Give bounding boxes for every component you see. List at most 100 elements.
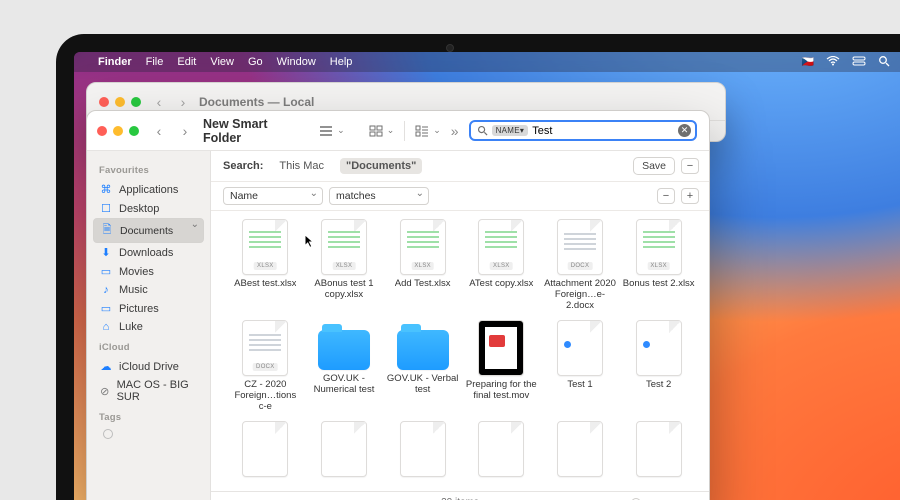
file-item[interactable]: GOV.UK - Numerical test xyxy=(308,320,381,413)
sidebar-icon: ☁ xyxy=(99,360,113,373)
back-nav-back[interactable]: ‹ xyxy=(151,94,167,110)
sidebar-icon: 🗎 xyxy=(100,221,114,240)
menubar-edit[interactable]: Edit xyxy=(177,56,196,68)
file-item[interactable]: XLSXABest test.xlsx xyxy=(229,219,302,312)
flag-icon[interactable]: 🇨🇿 xyxy=(802,57,814,68)
file-item[interactable]: Preparing for the final test.mov xyxy=(465,320,538,413)
close-icon[interactable] xyxy=(97,126,107,136)
file-item[interactable]: XLSXBonus test 2.xlsx xyxy=(622,219,695,312)
sidebar-item-movies[interactable]: ▭ Movies xyxy=(93,262,204,281)
file-item[interactable]: Test 2 xyxy=(622,320,695,413)
sidebar-item-label: Desktop xyxy=(119,203,159,215)
search-label: Search: xyxy=(223,160,263,172)
wifi-icon[interactable] xyxy=(826,56,840,69)
sidebar-icloud-heading: iCloud xyxy=(93,336,204,357)
sidebar: Favourites ⌘Applications☐Desktop 🗎 Documen… xyxy=(87,151,211,500)
zoom-icon[interactable] xyxy=(129,126,139,136)
sidebar-item-desktop[interactable]: ☐Desktop xyxy=(93,199,204,218)
sidebar-item-label: iCloud Drive xyxy=(119,361,179,373)
rule-operator-select[interactable]: matches xyxy=(329,187,429,205)
rule-remove-button[interactable]: − xyxy=(657,188,675,204)
status-bar: 20 items xyxy=(211,491,709,500)
clear-search-icon[interactable]: ✕ xyxy=(678,124,691,137)
sidebar-icon: ▭ xyxy=(99,302,113,315)
scope-documents[interactable]: "Documents" xyxy=(340,158,422,174)
save-search-button[interactable]: Save xyxy=(633,157,675,175)
file-item[interactable] xyxy=(465,421,538,481)
sidebar-item-label: Applications xyxy=(119,184,178,196)
menubar-go[interactable]: Go xyxy=(248,56,263,68)
traffic-lights-back[interactable] xyxy=(99,97,141,107)
nav-forward[interactable]: › xyxy=(177,123,193,139)
search-input[interactable] xyxy=(532,125,674,137)
camera-dot xyxy=(446,44,454,52)
sidebar-item-label: Documents xyxy=(120,225,173,237)
file-name: Attachment 2020 Foreign…e-2.docx xyxy=(544,279,616,312)
file-item[interactable]: DOCXCZ - 2020 Foreign…tions c-e xyxy=(229,320,302,413)
search-field[interactable]: NAME▾ ✕ xyxy=(469,120,697,141)
search-scope-bar: Search: This Mac "Documents" Save − xyxy=(211,151,709,182)
sidebar-item-label: Movies xyxy=(119,266,154,278)
minimize-icon[interactable] xyxy=(113,126,123,136)
file-item[interactable] xyxy=(544,421,617,481)
back-window-title: Documents — Local xyxy=(199,95,314,109)
sidebar-item-music[interactable]: ♪ Music xyxy=(93,281,204,299)
file-name: ATest copy.xlsx xyxy=(469,279,533,290)
menubar-view[interactable]: View xyxy=(210,56,234,68)
tag-empty-icon[interactable] xyxy=(103,429,113,439)
spotlight-icon[interactable] xyxy=(878,55,890,70)
file-item[interactable]: Test 1 xyxy=(544,320,617,413)
sidebar-tags-heading: Tags xyxy=(93,406,204,427)
file-grid: XLSXABest test.xlsxXLSXABonus test 1 cop… xyxy=(211,211,709,491)
file-item[interactable]: DOCXAttachment 2020 Foreign…e-2.docx xyxy=(544,219,617,312)
file-name: Add Test.xlsx xyxy=(395,279,451,290)
sidebar-icon: ⬇ xyxy=(99,246,113,259)
file-item[interactable]: XLSXATest copy.xlsx xyxy=(465,219,538,312)
sidebar-favourites-heading: Favourites xyxy=(93,159,204,180)
sidebar-item-documents[interactable]: 🗎 Documents xyxy=(93,218,204,243)
file-name: ABest test.xlsx xyxy=(234,279,296,290)
more-icon[interactable]: » xyxy=(451,123,459,139)
file-item[interactable] xyxy=(622,421,695,481)
scope-this-mac[interactable]: This Mac xyxy=(273,158,330,174)
sidebar-item-mac-os-big-sur[interactable]: ⊘ MAC OS - BIG SUR xyxy=(93,376,204,406)
cursor-icon xyxy=(304,234,315,250)
nav-back[interactable]: ‹ xyxy=(151,123,167,139)
window-title: New Smart Folder xyxy=(203,117,309,145)
sidebar-icon: ▭ xyxy=(99,265,113,278)
back-nav-fwd[interactable]: › xyxy=(175,94,191,110)
remove-rule-button[interactable]: − xyxy=(681,158,699,174)
file-name: CZ - 2020 Foreign…tions c-e xyxy=(229,380,301,413)
sidebar-item-luke[interactable]: ⌂Luke xyxy=(93,318,204,336)
sidebar-item-downloads[interactable]: ⬇ Downloads xyxy=(93,243,204,262)
menubar-help[interactable]: Help xyxy=(330,56,353,68)
file-item[interactable] xyxy=(386,421,459,481)
menubar-app[interactable]: Finder xyxy=(98,56,132,68)
rule-attribute-select[interactable]: Name xyxy=(223,187,323,205)
menubar-window[interactable]: Window xyxy=(277,56,316,68)
sidebar-item-pictures[interactable]: ▭ Pictures xyxy=(93,299,204,318)
sidebar-icon: ⊘ xyxy=(99,385,111,398)
file-item[interactable] xyxy=(308,421,381,481)
rule-add-button[interactable]: + xyxy=(681,188,699,204)
file-item[interactable]: XLSXAdd Test.xlsx xyxy=(386,219,459,312)
control-center-icon[interactable] xyxy=(852,56,866,69)
sidebar-item-label: MAC OS - BIG SUR xyxy=(117,379,198,403)
sidebar-item-label: Pictures xyxy=(119,303,159,315)
sidebar-item-label: Downloads xyxy=(119,247,173,259)
file-item[interactable] xyxy=(229,421,302,481)
sidebar-icon: ♪ xyxy=(99,284,113,296)
sidebar-item-applications[interactable]: ⌘Applications xyxy=(93,180,204,199)
menubar-file[interactable]: File xyxy=(146,56,164,68)
view-list-icon[interactable]: ⌄ xyxy=(319,125,345,137)
sidebar-item-label: Music xyxy=(119,284,148,296)
sidebar-item-icloud-drive[interactable]: ☁ iCloud Drive xyxy=(93,357,204,376)
file-item[interactable]: GOV.UK - Verbal test xyxy=(386,320,459,413)
file-item[interactable]: XLSXABonus test 1 copy.xlsx xyxy=(308,219,381,312)
group-icon[interactable]: ⌄ xyxy=(415,125,441,137)
file-name: Test 2 xyxy=(646,380,671,391)
view-grid-icon[interactable]: ⌄ xyxy=(369,125,395,137)
file-name: GOV.UK - Numerical test xyxy=(308,374,380,396)
search-token[interactable]: NAME▾ xyxy=(492,125,529,136)
traffic-lights[interactable] xyxy=(97,126,139,136)
